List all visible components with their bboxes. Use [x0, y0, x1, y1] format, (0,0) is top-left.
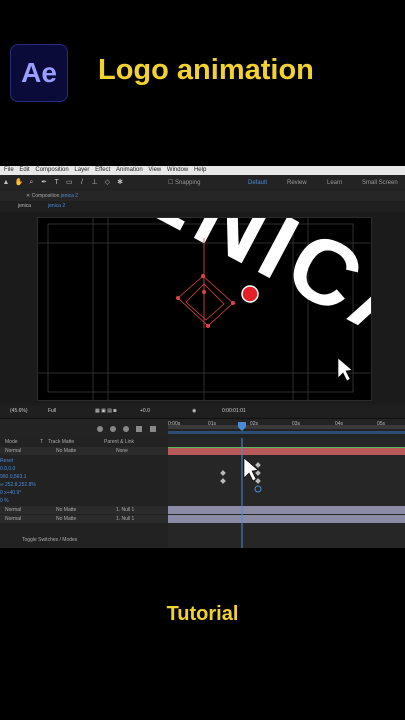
menu-item-view[interactable]: View [148, 167, 161, 173]
selection-tool-icon[interactable]: ▲ [2, 179, 10, 187]
layer-row[interactable]: Normal No Matte None [0, 447, 168, 455]
property-opacity[interactable]: 0 % [0, 497, 168, 505]
timeline-ruler[interactable]: 0:00s 01s 02s 03s 04s 05s [0, 419, 405, 439]
ruler-tick-5: 05s [377, 421, 386, 427]
menu-item-window[interactable]: Window [167, 167, 188, 173]
footer-label: Tutorial [166, 603, 239, 625]
menu-item-help[interactable]: Help [194, 167, 206, 173]
tab-jenica[interactable]: jenica [18, 201, 31, 212]
menu-item-file[interactable]: File [4, 167, 14, 173]
rectangle-tool-icon[interactable]: ▭ [65, 179, 73, 187]
ruler-tick-3: 03s [292, 421, 301, 427]
composition-panel-header: ✕ Composition jenica 2 [0, 191, 405, 201]
camera-icon[interactable]: ◉ [192, 406, 196, 417]
menu-bar: File Edit Composition Layer Effect Anima… [0, 166, 405, 175]
layer-bar [168, 515, 405, 523]
mode-select[interactable]: Normal [5, 515, 21, 523]
after-effects-window: File Edit Composition Layer Effect Anima… [0, 166, 405, 548]
comp-name: jenica 2 [60, 193, 79, 199]
stamp-tool-icon[interactable]: ⊥ [91, 179, 99, 187]
tools-bar: ▲ ✋ ⌕ ✒ T ▭ / ⊥ ◇ ✱ ☐ Snapping Default R… [0, 175, 405, 192]
col-t: T [40, 439, 44, 445]
workspace-default[interactable]: Default [248, 175, 267, 191]
pen-tool-icon[interactable]: ✒ [40, 179, 48, 187]
timeline-header: 0:00s 01s 02s 03s 04s 05s [0, 418, 405, 439]
property-rotation[interactable]: 0 x+40.9° [0, 489, 168, 497]
matte-select[interactable]: No Matte [56, 506, 76, 514]
workspace-learn[interactable]: Learn [327, 175, 342, 191]
close-icon[interactable]: ✕ [26, 193, 30, 199]
parent-select[interactable]: None [116, 447, 128, 455]
menu-item-edit[interactable]: Edit [19, 167, 29, 173]
timeline-graph[interactable] [168, 438, 405, 548]
menu-item-layer[interactable]: Layer [74, 167, 89, 173]
column-headers: Mode T Track Matte Parent & Link [0, 438, 168, 446]
logo-text: Ae [21, 57, 57, 88]
video-title: Logo animation [98, 54, 314, 86]
menu-item-composition[interactable]: Composition [35, 167, 68, 173]
parent-select[interactable]: 1. Null 1 [116, 506, 134, 514]
ruler-tick-0: 0:00s [168, 421, 181, 427]
hand-tool-icon[interactable]: ✋ [15, 179, 24, 187]
mouse-cursor-icon [243, 457, 259, 482]
comp-tabs: jenica jenica 2 [0, 201, 405, 213]
layer-row[interactable]: Normal No Matte 1. Null 1 [0, 515, 168, 523]
col-parent: Parent & Link [104, 439, 135, 445]
zoom-tool-icon[interactable]: ⌕ [27, 179, 35, 187]
ruler-tick-2: 02s [250, 421, 259, 427]
matte-select[interactable]: No Matte [56, 447, 76, 455]
type-tool-icon[interactable]: T [53, 179, 61, 187]
eraser-tool-icon[interactable]: ◇ [103, 179, 111, 187]
composition-canvas[interactable]: ENICA [37, 217, 372, 401]
canvas-artwork: ENICA [38, 218, 371, 400]
resolution-select[interactable]: Full [48, 406, 56, 417]
mode-select[interactable]: Normal [5, 506, 21, 514]
layer-bar [168, 506, 405, 514]
toggle-switches-modes[interactable]: Toggle Switches / Modes [22, 536, 190, 544]
logo-red-dot [241, 285, 259, 303]
after-effects-logo: Ae [10, 44, 68, 102]
ruler-tick-1: 01s [208, 421, 217, 427]
brush-tool-icon[interactable]: / [78, 179, 86, 187]
current-timecode[interactable]: 0:00:01:01 [222, 406, 246, 417]
mode-select[interactable]: Normal [5, 447, 21, 455]
zoom-level[interactable]: (45.6%) [10, 406, 28, 417]
property-anchor[interactable]: 0.0,0.0 [0, 465, 168, 473]
workspace-small-screen[interactable]: Small Screen [362, 175, 398, 191]
puppet-tool-icon[interactable]: ✱ [116, 179, 124, 187]
col-mode: Mode [5, 439, 18, 445]
playhead-icon [238, 422, 246, 431]
property-scale[interactable]: ∞ 252.8,252.8% [0, 481, 168, 489]
panel-title: Composition [31, 193, 60, 199]
property-row[interactable]: Reset [0, 457, 168, 465]
parent-select[interactable]: 1. Null 1 [116, 515, 134, 523]
color-mode[interactable]: +0.0 [140, 406, 150, 417]
mouse-cursor-icon [337, 357, 353, 382]
layer-row[interactable]: Normal No Matte 1. Null 1 [0, 506, 168, 514]
menu-item-effect[interactable]: Effect [95, 167, 110, 173]
matte-select[interactable]: No Matte [56, 515, 76, 523]
property-position[interactable]: 960.0,563.1 [0, 473, 168, 481]
layer-bar [168, 447, 405, 455]
snapping-label: Snapping [175, 180, 201, 186]
viewer-controls: (45.6%) Full ▦ ▣ ▤ ◙ +0.0 ◉ 0:00:01:01 [0, 406, 405, 417]
ruler-tick-4: 04s [335, 421, 344, 427]
grid-icon[interactable]: ▦ ▣ ▤ ◙ [95, 406, 116, 417]
menu-item-animation[interactable]: Animation [116, 167, 143, 173]
snapping-toggle[interactable]: ☐ Snapping [168, 175, 200, 191]
layer-list: Mode T Track Matte Parent & Link Normal … [0, 438, 168, 548]
workspace-review[interactable]: Review [287, 175, 307, 191]
col-track-matte: Track Matte [48, 439, 75, 445]
